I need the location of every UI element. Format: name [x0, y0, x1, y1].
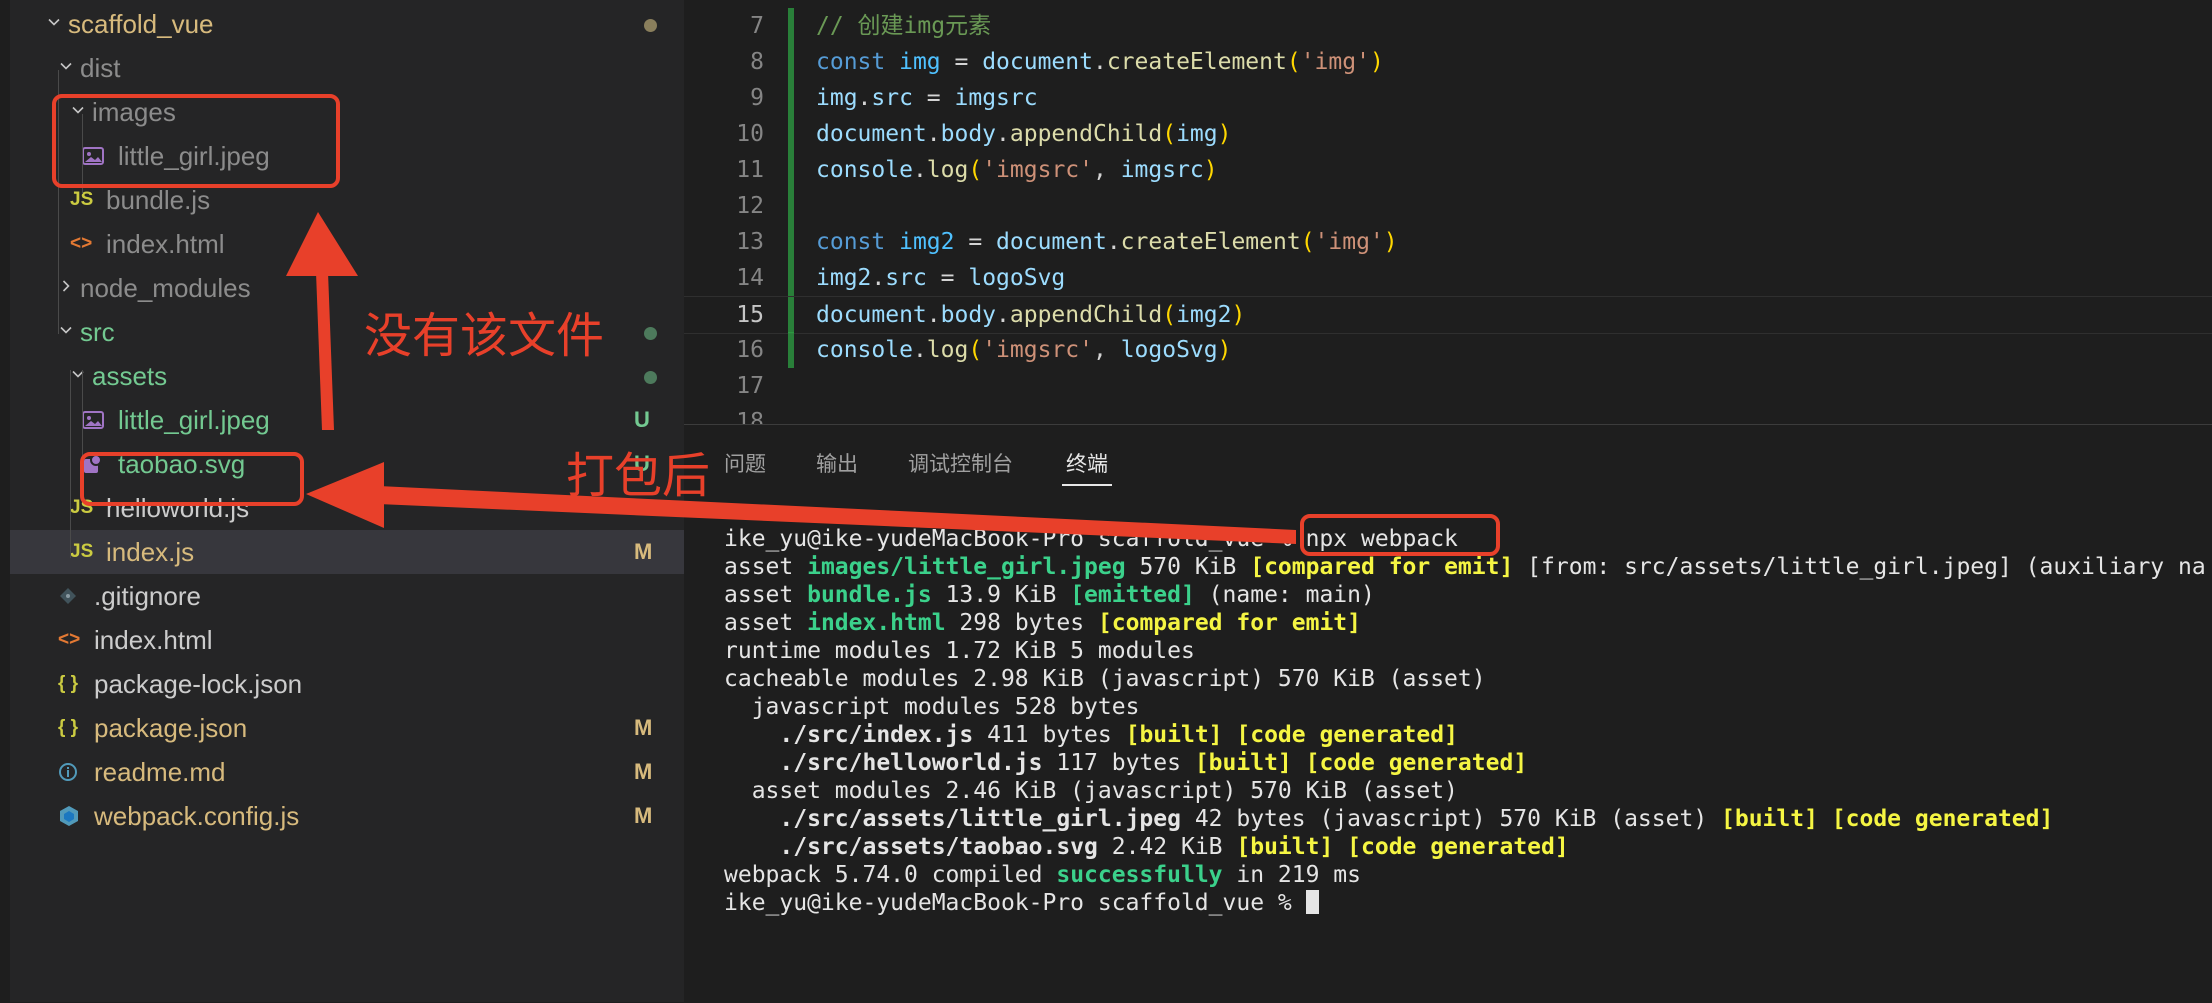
arrow-up-head	[286, 212, 358, 276]
annotation-arrows	[286, 212, 1296, 544]
arrow-left-shaft	[378, 486, 1296, 544]
arrow-up-shaft	[316, 272, 334, 430]
arrow-left-head	[306, 462, 384, 528]
